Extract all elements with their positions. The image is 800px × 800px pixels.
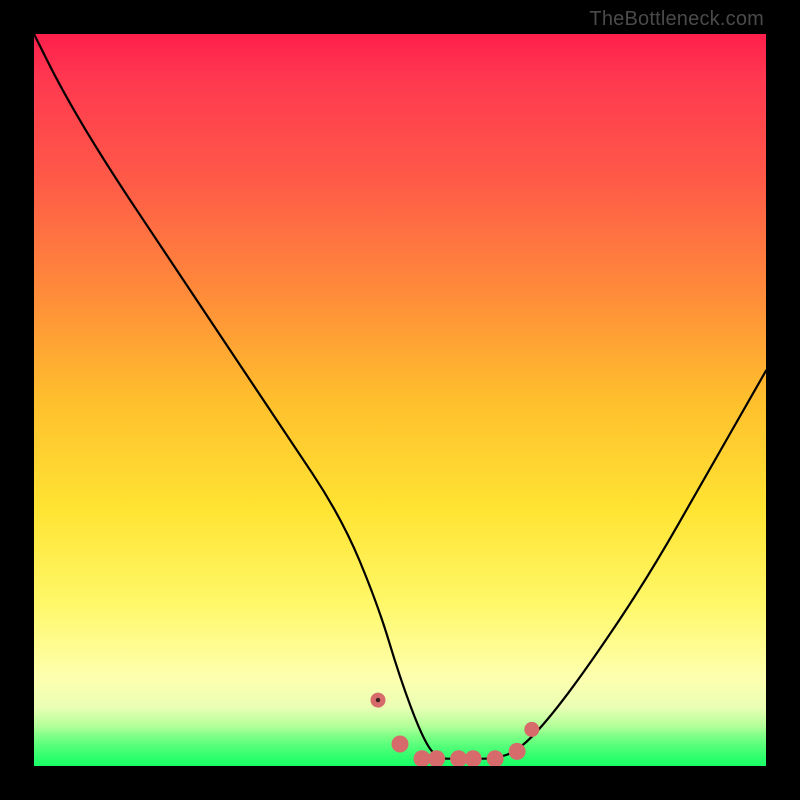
highlight-dot [465, 750, 482, 766]
watermark-text: TheBottleneck.com [589, 8, 764, 31]
highlight-dot [428, 750, 445, 766]
highlight-dot [524, 722, 539, 737]
highlight-dot [392, 736, 409, 753]
highlight-dots-group [371, 693, 540, 766]
highlight-dot [487, 750, 504, 766]
highlight-dot [450, 750, 467, 766]
highlight-dot [509, 743, 526, 760]
bottleneck-curve [34, 34, 766, 759]
chart-outer-frame: TheBottleneck.com [0, 0, 800, 800]
highlight-dot-center [376, 698, 380, 702]
highlight-dot [371, 693, 386, 708]
chart-plot-area [34, 34, 766, 766]
chart-svg-layer [34, 34, 766, 766]
highlight-dot [414, 750, 431, 766]
